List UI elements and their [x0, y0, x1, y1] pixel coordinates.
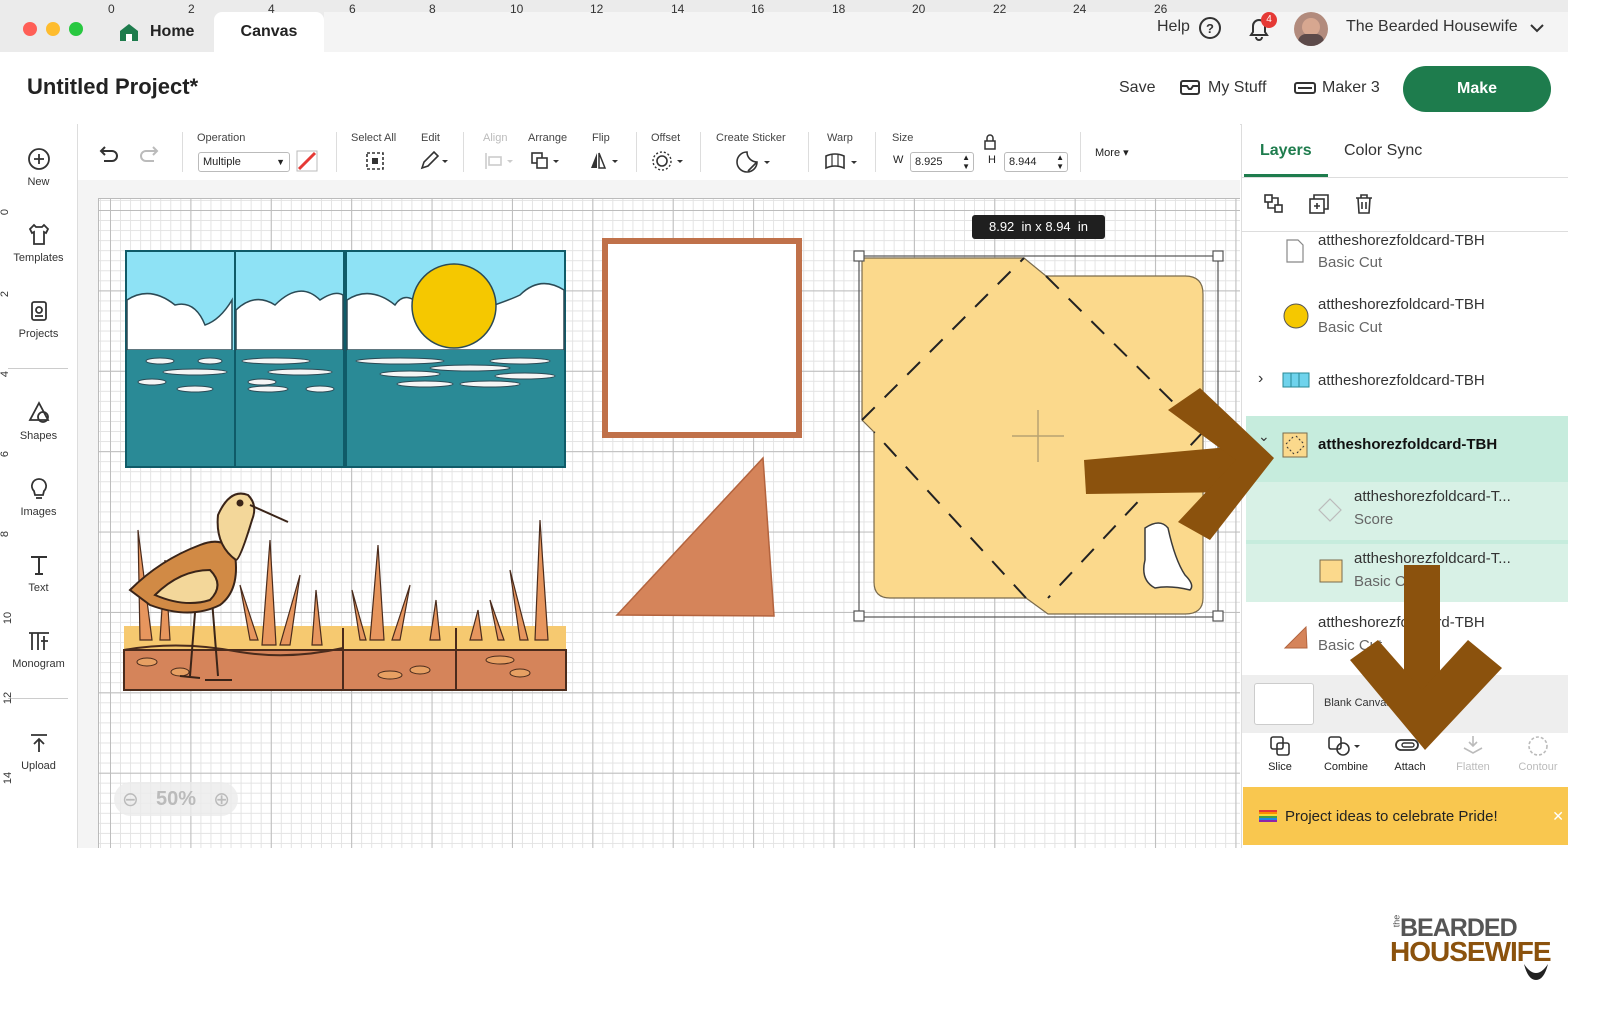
arrow-right-annotation — [1084, 388, 1274, 540]
brand-watermark: the BEARDED HOUSEWIFE — [1390, 914, 1560, 984]
beard-icon — [1524, 964, 1548, 980]
app-window: Home Canvas Help ? 4 The Bearded Housewi… — [0, 0, 1568, 848]
arrow-down-annotation — [1350, 565, 1502, 750]
annotation-arrows — [1084, 388, 1502, 750]
